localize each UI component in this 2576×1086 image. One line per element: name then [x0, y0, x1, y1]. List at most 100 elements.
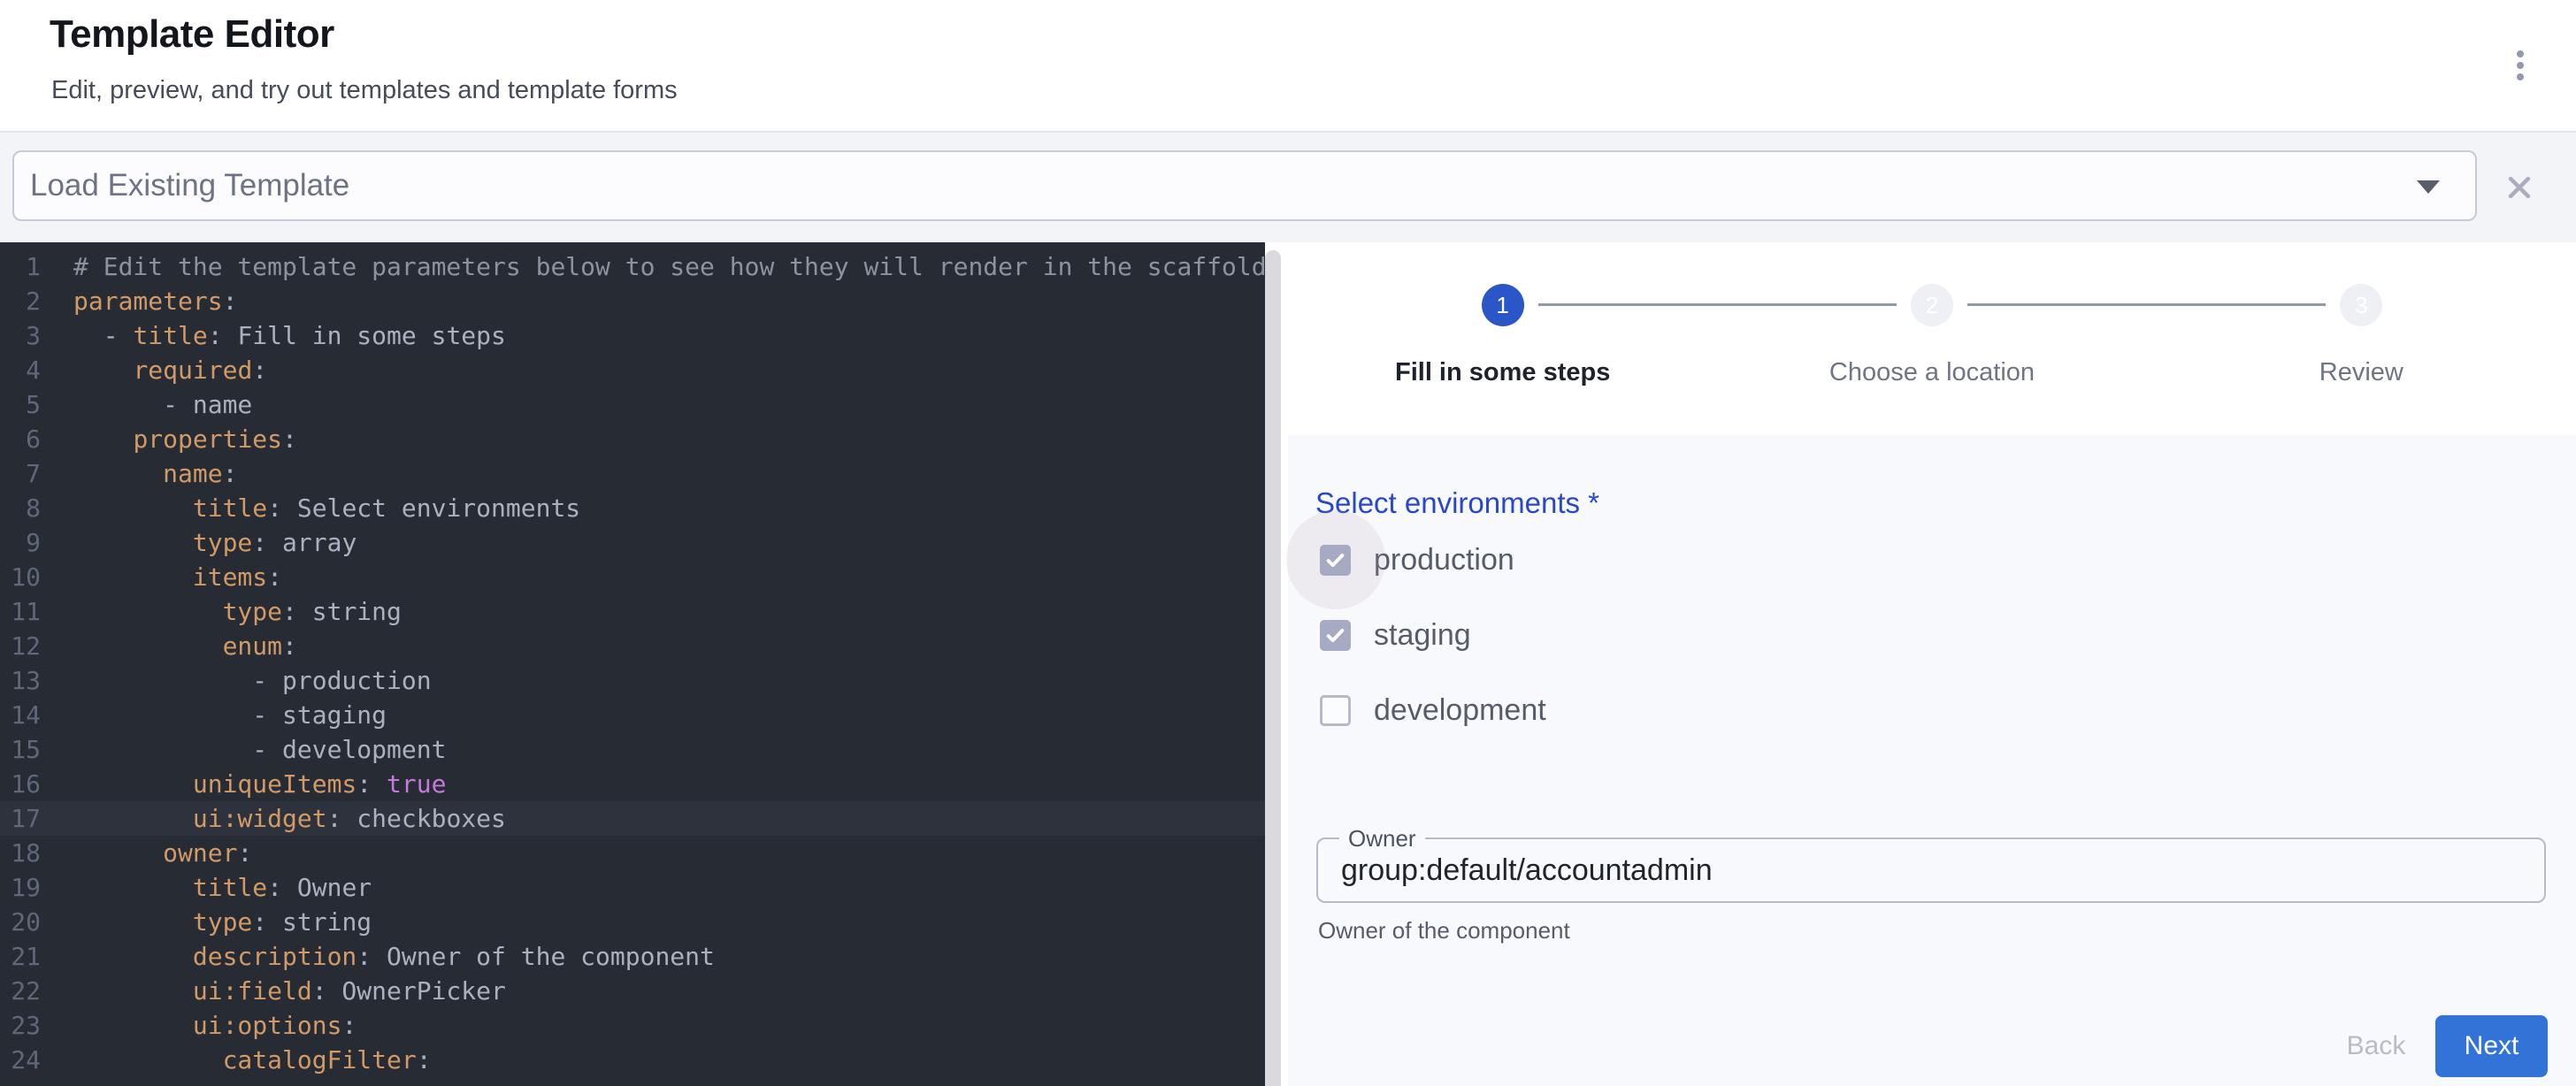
code-line[interactable]: 20 type: string: [0, 905, 1265, 939]
step-number-badge: 1: [1482, 284, 1524, 326]
owner-field[interactable]: Owner group:default/accountadmin: [1316, 837, 2546, 903]
page-header: Template Editor Edit, preview, and try o…: [0, 0, 2576, 133]
code-line[interactable]: 22 ui:field: OwnerPicker: [0, 974, 1265, 1008]
line-number: 23: [0, 1008, 41, 1043]
editor-scrollbar[interactable]: [1265, 250, 1281, 1086]
environment-checkbox-row[interactable]: development: [1320, 689, 1546, 731]
stepper-step: 3 Review: [2147, 242, 2576, 435]
line-number: 5: [0, 387, 41, 422]
line-number: 3: [0, 318, 41, 353]
line-number: 9: [0, 525, 41, 560]
line-number: 14: [0, 698, 41, 732]
step-label: Review: [2319, 358, 2404, 387]
load-existing-template-select[interactable]: Load Existing Template: [12, 150, 2477, 221]
code-line-content: catalogFilter:: [73, 1043, 432, 1077]
line-number: 1: [0, 249, 41, 284]
clear-template-button[interactable]: [2498, 166, 2541, 209]
checkbox[interactable]: [1320, 545, 1351, 576]
code-line-content: description: Owner of the component: [73, 939, 715, 974]
stepper: 1 Fill in some steps 2 Choose a location…: [1288, 242, 2576, 435]
line-number: 18: [0, 836, 41, 870]
template-editor-screen: Template Editor Edit, preview, and try o…: [0, 0, 2576, 1086]
code-line-content: uniqueItems: true: [73, 767, 446, 801]
close-icon: [2504, 172, 2534, 203]
code-line[interactable]: 13 - production: [0, 663, 1265, 698]
code-line[interactable]: 14 - staging: [0, 698, 1265, 732]
line-number: 13: [0, 663, 41, 698]
checkbox-label[interactable]: production: [1374, 543, 1514, 577]
code-line-content: items:: [73, 560, 282, 594]
line-number: 8: [0, 491, 41, 525]
owner-field-value[interactable]: group:default/accountadmin: [1341, 839, 1713, 901]
code-line[interactable]: 17 ui:widget: checkboxes: [0, 801, 1265, 836]
back-button[interactable]: Back: [2323, 1015, 2429, 1077]
code-line[interactable]: 1 # Edit the template parameters below t…: [0, 249, 1265, 284]
code-line-content: parameters:: [73, 284, 237, 318]
code-line[interactable]: 12 enum:: [0, 629, 1265, 663]
code-line[interactable]: 7 name:: [0, 456, 1265, 491]
code-line-content: owner:: [73, 836, 252, 870]
code-line-content: ui:options:: [73, 1008, 356, 1043]
line-number: 12: [0, 629, 41, 663]
code-line[interactable]: 23 ui:options:: [0, 1008, 1265, 1043]
line-number: 6: [0, 422, 41, 456]
next-button[interactable]: Next: [2435, 1015, 2548, 1077]
checkmark-icon: [1323, 623, 1347, 647]
code-line[interactable]: 6 properties:: [0, 422, 1265, 456]
chevron-down-icon: [2417, 180, 2440, 194]
code-line-content: type: string: [73, 905, 372, 939]
line-number: 17: [0, 801, 41, 836]
code-line-content: name:: [73, 456, 237, 491]
stepper-step: 2 Choose a location: [1717, 242, 2146, 435]
code-line[interactable]: 8 title: Select environments: [0, 491, 1265, 525]
step-connector: [1538, 303, 1897, 306]
code-line[interactable]: 9 type: array: [0, 525, 1265, 560]
code-line-content: title: Owner: [73, 870, 372, 905]
environment-checkbox-row[interactable]: staging: [1320, 614, 1546, 656]
code-line[interactable]: 18 owner:: [0, 836, 1265, 870]
more-vert-icon: [2517, 50, 2524, 57]
step-label: Choose a location: [1829, 358, 2035, 387]
environments-checkbox-group: production staging development: [1320, 539, 1546, 764]
step-number-badge: 3: [2340, 284, 2382, 326]
code-line[interactable]: 16 uniqueItems: true: [0, 767, 1265, 801]
code-line[interactable]: 10 items:: [0, 560, 1265, 594]
code-editor-lines: 1 # Edit the template parameters below t…: [0, 249, 1265, 1077]
page-title: Template Editor: [50, 12, 334, 57]
code-line[interactable]: 5 - name: [0, 387, 1265, 422]
code-line[interactable]: 21 description: Owner of the component: [0, 939, 1265, 974]
required-asterisk: *: [1588, 486, 1599, 519]
code-line[interactable]: 19 title: Owner: [0, 870, 1265, 905]
code-editor[interactable]: 1 # Edit the template parameters below t…: [0, 242, 1265, 1086]
code-line[interactable]: 11 type: string: [0, 594, 1265, 629]
line-number: 7: [0, 456, 41, 491]
code-line-content: type: array: [73, 525, 356, 560]
load-template-placeholder: Load Existing Template: [30, 168, 349, 203]
more-options-button[interactable]: [2501, 42, 2540, 88]
checkbox[interactable]: [1320, 695, 1351, 726]
line-number: 22: [0, 974, 41, 1008]
template-preview-panel: 1 Fill in some steps 2 Choose a location…: [1281, 242, 2576, 1086]
line-number: 10: [0, 560, 41, 594]
code-line-content: enum:: [73, 629, 297, 663]
checkbox-label[interactable]: staging: [1374, 618, 1471, 653]
owner-helper-text: Owner of the component: [1318, 917, 1570, 945]
code-line-content: type: string: [73, 594, 402, 629]
code-line[interactable]: 4 required:: [0, 353, 1265, 387]
code-line-content: title: Select environments: [73, 491, 580, 525]
step-connector: [1967, 303, 2326, 306]
code-line[interactable]: 15 - development: [0, 732, 1265, 767]
checkbox-label[interactable]: development: [1374, 693, 1546, 728]
line-number: 4: [0, 353, 41, 387]
code-line[interactable]: 2 parameters:: [0, 284, 1265, 318]
line-number: 11: [0, 594, 41, 629]
line-number: 16: [0, 767, 41, 801]
environment-checkbox-row[interactable]: production: [1320, 539, 1546, 581]
code-line[interactable]: 24 catalogFilter:: [0, 1043, 1265, 1077]
code-line[interactable]: 3 - title: Fill in some steps: [0, 318, 1265, 353]
step-label: Fill in some steps: [1395, 358, 1610, 387]
form-card: Select environments * production staging…: [1288, 435, 2576, 1086]
page-subtitle: Edit, preview, and try out templates and…: [51, 76, 678, 105]
checkbox[interactable]: [1320, 620, 1351, 651]
line-number: 15: [0, 732, 41, 767]
